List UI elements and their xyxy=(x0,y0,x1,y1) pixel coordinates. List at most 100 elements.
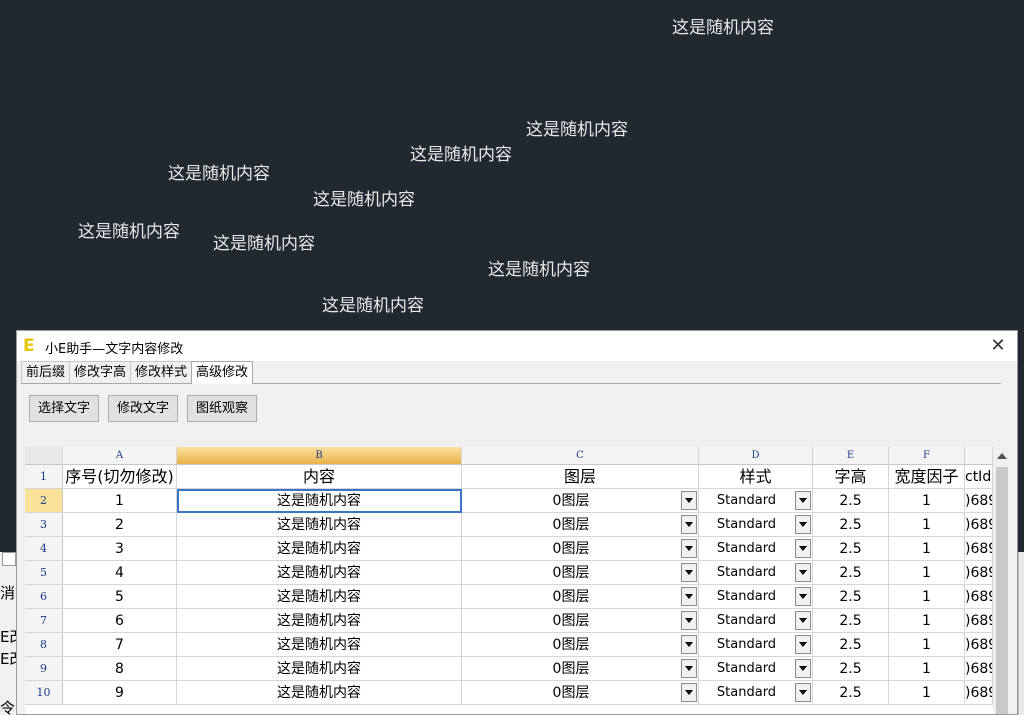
seq-cell[interactable]: 2 xyxy=(63,513,177,537)
style-cell[interactable]: Standard xyxy=(699,489,813,513)
layer-cell[interactable]: 0图层 xyxy=(462,585,699,609)
style-cell[interactable]: Standard xyxy=(699,561,813,585)
dropdown-arrow-icon[interactable] xyxy=(795,491,811,510)
object-id-cell[interactable]: )689 xyxy=(965,561,993,585)
width-factor-cell[interactable]: 1 xyxy=(889,633,965,657)
corner-cell[interactable] xyxy=(25,447,63,465)
width-factor-cell[interactable]: 1 xyxy=(889,681,965,705)
row-number[interactable]: 5 xyxy=(25,561,63,585)
canvas-text[interactable]: 这是随机内容 xyxy=(322,291,424,316)
canvas-text[interactable]: 这是随机内容 xyxy=(78,217,180,242)
style-cell[interactable]: Standard xyxy=(699,633,813,657)
drawing-view-button[interactable]: 图纸观察 xyxy=(187,395,258,422)
width-factor-cell[interactable]: 1 xyxy=(889,537,965,561)
canvas-text[interactable]: 这是随机内容 xyxy=(213,229,315,254)
layer-cell[interactable]: 0图层 xyxy=(462,657,699,681)
height-cell[interactable]: 2.5 xyxy=(813,513,889,537)
seq-cell[interactable]: 9 xyxy=(63,681,177,705)
canvas-text[interactable]: 这是随机内容 xyxy=(168,159,270,184)
canvas-text[interactable]: 这是随机内容 xyxy=(313,185,415,210)
height-cell[interactable]: 2.5 xyxy=(813,609,889,633)
row-number[interactable]: 4 xyxy=(25,537,63,561)
layer-cell[interactable]: 0图层 xyxy=(462,633,699,657)
style-cell[interactable]: Standard xyxy=(699,513,813,537)
object-id-cell[interactable]: )689 xyxy=(965,513,993,537)
height-cell[interactable]: 2.5 xyxy=(813,657,889,681)
dropdown-arrow-icon[interactable] xyxy=(681,635,697,654)
dropdown-arrow-icon[interactable] xyxy=(681,683,697,702)
dropdown-arrow-icon[interactable] xyxy=(795,683,811,702)
row-number[interactable]: 3 xyxy=(25,513,63,537)
row-number[interactable]: 1 xyxy=(25,465,63,489)
spreadsheet-grid[interactable]: A B C D E F 1 序号(切勿修改) 内容 图层 样式 字高 宽度因子 … xyxy=(25,447,993,714)
tab-prefix-suffix[interactable]: 前后缀 xyxy=(21,361,71,383)
width-factor-cell[interactable]: 1 xyxy=(889,657,965,681)
layer-cell[interactable]: 0图层 xyxy=(462,513,699,537)
object-id-cell[interactable]: )689 xyxy=(965,537,993,561)
width-factor-cell[interactable]: 1 xyxy=(889,489,965,513)
dialog-titlebar[interactable]: E 小E助手—文字内容修改 ✕ xyxy=(17,331,1017,361)
dropdown-arrow-icon[interactable] xyxy=(681,659,697,678)
height-cell[interactable]: 2.5 xyxy=(813,537,889,561)
style-cell[interactable]: Standard xyxy=(699,609,813,633)
column-letter[interactable]: A xyxy=(63,447,177,465)
style-cell[interactable]: Standard xyxy=(699,657,813,681)
row-number[interactable]: 9 xyxy=(25,657,63,681)
seq-cell[interactable]: 5 xyxy=(63,585,177,609)
column-letter[interactable]: E xyxy=(813,447,889,465)
layer-cell[interactable]: 0图层 xyxy=(462,561,699,585)
object-id-cell[interactable]: )689 xyxy=(965,657,993,681)
layer-cell[interactable]: 0图层 xyxy=(462,537,699,561)
height-cell[interactable]: 2.5 xyxy=(813,681,889,705)
width-factor-cell[interactable]: 1 xyxy=(889,513,965,537)
seq-cell[interactable]: 3 xyxy=(63,537,177,561)
column-letter[interactable]: B xyxy=(177,447,462,465)
dropdown-arrow-icon[interactable] xyxy=(681,491,697,510)
seq-cell[interactable]: 7 xyxy=(63,633,177,657)
canvas-text[interactable]: 这是随机内容 xyxy=(526,115,628,140)
content-cell[interactable]: 这是随机内容 xyxy=(177,633,462,657)
content-cell[interactable]: 这是随机内容 xyxy=(177,561,462,585)
content-cell[interactable]: 这是随机内容 xyxy=(177,585,462,609)
dropdown-arrow-icon[interactable] xyxy=(681,611,697,630)
dropdown-arrow-icon[interactable] xyxy=(795,515,811,534)
layer-cell[interactable]: 0图层 xyxy=(462,489,699,513)
modify-text-button[interactable]: 修改文字 xyxy=(108,395,179,422)
seq-cell[interactable]: 8 xyxy=(63,657,177,681)
header-seq[interactable]: 序号(切勿修改) xyxy=(63,465,177,489)
header-object-id[interactable]: ctId xyxy=(965,465,993,489)
dropdown-arrow-icon[interactable] xyxy=(795,587,811,606)
header-style[interactable]: 样式 xyxy=(699,465,813,489)
column-letter[interactable]: F xyxy=(889,447,965,465)
header-content[interactable]: 内容 xyxy=(177,465,462,489)
canvas-text[interactable]: 这是随机内容 xyxy=(488,255,590,280)
content-cell[interactable]: 这是随机内容 xyxy=(177,681,462,705)
dropdown-arrow-icon[interactable] xyxy=(681,563,697,582)
style-cell[interactable]: Standard xyxy=(699,537,813,561)
object-id-cell[interactable]: )689 xyxy=(965,681,993,705)
seq-cell[interactable]: 1 xyxy=(63,489,177,513)
seq-cell[interactable]: 4 xyxy=(63,561,177,585)
layer-cell[interactable]: 0图层 xyxy=(462,609,699,633)
dropdown-arrow-icon[interactable] xyxy=(795,539,811,558)
column-letter[interactable] xyxy=(965,447,993,465)
width-factor-cell[interactable]: 1 xyxy=(889,609,965,633)
content-cell[interactable]: 这是随机内容 xyxy=(177,513,462,537)
object-id-cell[interactable]: )689 xyxy=(965,585,993,609)
vertical-scrollbar[interactable] xyxy=(993,447,1011,714)
close-button[interactable]: ✕ xyxy=(987,335,1009,357)
tab-modify-style[interactable]: 修改样式 xyxy=(130,361,193,383)
header-width-factor[interactable]: 宽度因子 xyxy=(889,465,965,489)
style-cell[interactable]: Standard xyxy=(699,585,813,609)
layer-cell[interactable]: 0图层 xyxy=(462,681,699,705)
dropdown-arrow-icon[interactable] xyxy=(681,539,697,558)
tab-modify-height[interactable]: 修改字高 xyxy=(69,361,132,383)
dropdown-arrow-icon[interactable] xyxy=(681,587,697,606)
dropdown-arrow-icon[interactable] xyxy=(795,635,811,654)
height-cell[interactable]: 2.5 xyxy=(813,585,889,609)
scroll-up-icon[interactable] xyxy=(997,453,1007,459)
select-text-button[interactable]: 选择文字 xyxy=(29,395,100,422)
content-cell[interactable]: 这是随机内容 xyxy=(177,489,462,513)
dropdown-arrow-icon[interactable] xyxy=(795,659,811,678)
height-cell[interactable]: 2.5 xyxy=(813,633,889,657)
